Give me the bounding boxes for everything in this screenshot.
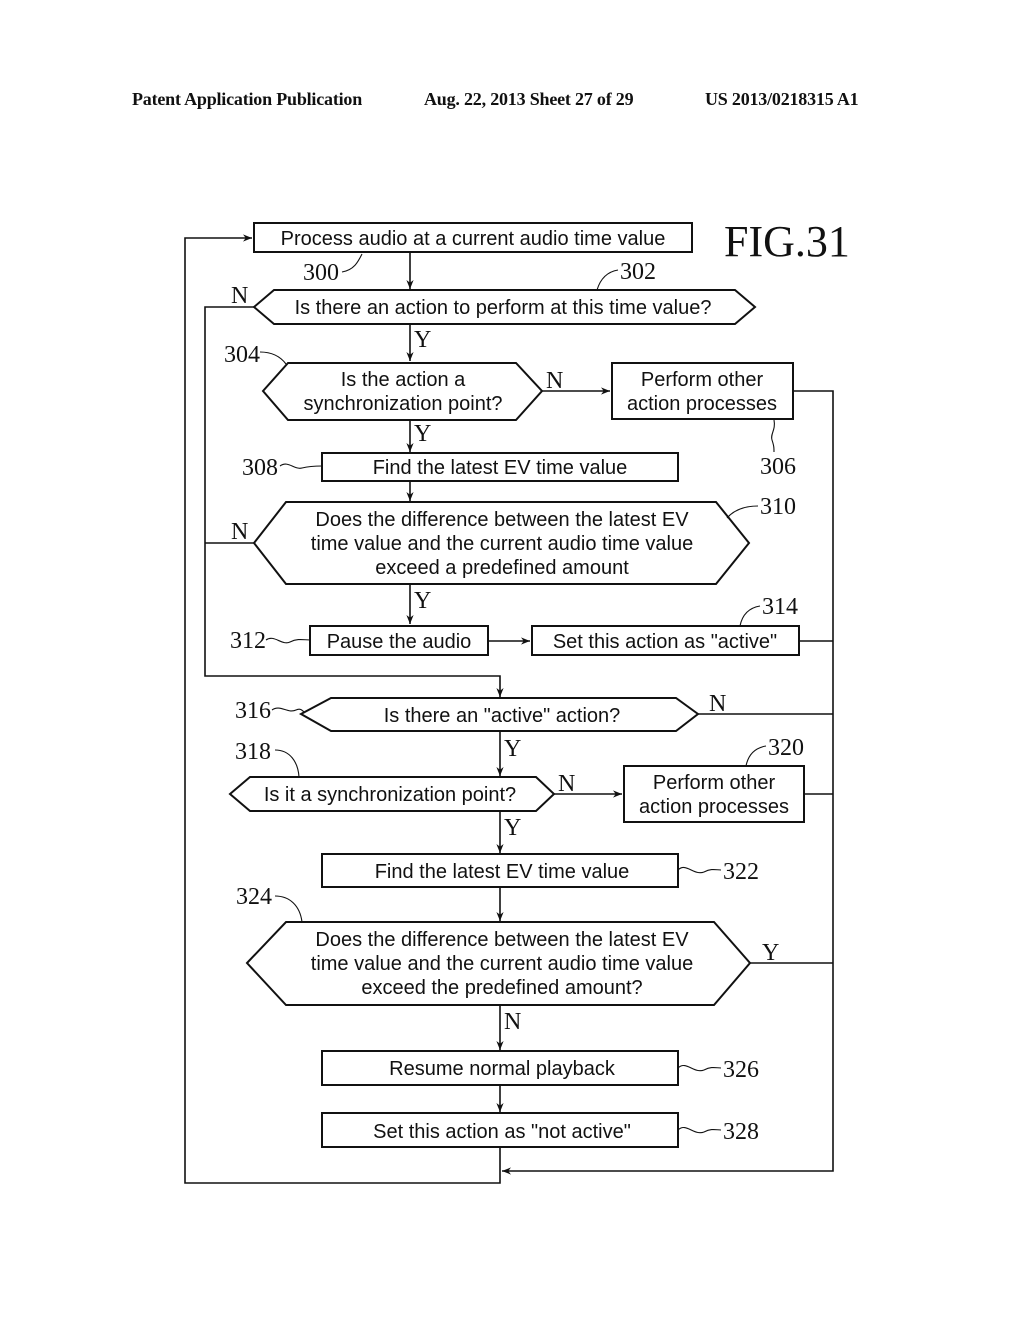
node-328-text: Set this action as "not active" [373, 1121, 631, 1143]
node-322-find-ev: Find the latest EV time value [321, 853, 679, 888]
label-302-yes: Y [414, 327, 431, 353]
node-320-other-actions: Perform other action processes [623, 765, 805, 823]
figure-label: FIG.31 [724, 217, 850, 266]
node-320-text-line1: Perform other [653, 772, 776, 794]
label-304-no: N [546, 368, 563, 394]
node-320-text-line2: action processes [639, 796, 789, 818]
node-306-other-actions: Perform other action processes [611, 362, 794, 420]
ref-322: 322 [723, 859, 759, 885]
label-304-yes: Y [414, 421, 431, 447]
node-300-process-audio: Process audio at a current audio time va… [253, 222, 693, 253]
node-310-text-line1: Does the difference between the latest E… [315, 509, 689, 531]
label-310-yes: Y [414, 588, 431, 614]
node-322-text: Find the latest EV time value [375, 861, 630, 883]
label-318-no: N [558, 771, 575, 797]
label-324-yes: Y [762, 940, 779, 966]
node-312-text: Pause the audio [327, 631, 472, 653]
node-326-text: Resume normal playback [389, 1058, 616, 1080]
node-310-decision-difference: Does the difference between the latest E… [252, 501, 751, 585]
ref-308: 308 [242, 455, 278, 481]
label-316-no: N [709, 691, 726, 717]
node-324-text-line3: exceed the predefined amount? [361, 977, 642, 999]
node-316-decision-active: Is there an "active" action? [298, 697, 700, 732]
node-318-decision-sync: Is it a synchronization point? [228, 776, 556, 812]
node-326-resume-playback: Resume normal playback [321, 1050, 679, 1086]
node-318-text: Is it a synchronization point? [264, 784, 516, 806]
node-312-pause-audio: Pause the audio [309, 625, 489, 656]
node-308-text: Find the latest EV time value [373, 457, 628, 479]
ref-318: 318 [235, 739, 271, 765]
node-324-decision-difference: Does the difference between the latest E… [245, 921, 752, 1006]
ref-316: 316 [235, 698, 271, 724]
node-328-set-not-active: Set this action as "not active" [321, 1112, 679, 1148]
ref-300: 300 [303, 260, 339, 286]
node-314-set-active: Set this action as "active" [531, 625, 800, 656]
node-324-text-line2: time value and the current audio time va… [311, 953, 693, 975]
ref-328: 328 [723, 1119, 759, 1145]
ref-310: 310 [760, 494, 796, 520]
label-324-no: N [504, 1009, 521, 1035]
ref-312: 312 [230, 628, 266, 654]
ref-304: 304 [224, 342, 260, 368]
node-314-text: Set this action as "active" [553, 631, 777, 653]
label-310-no: N [231, 519, 248, 545]
ref-302: 302 [620, 259, 656, 285]
label-302-no: N [231, 283, 248, 309]
ref-306: 306 [760, 454, 796, 480]
node-304-decision-sync: Is the action a synchronization point? [261, 362, 544, 421]
node-324-text-line1: Does the difference between the latest E… [315, 929, 689, 951]
node-302-decision-action: Is there an action to perform at this ti… [252, 289, 757, 325]
flowchart: FIG.31 N Y N Y N Y N Y N Y Y N Process a… [184, 217, 850, 1184]
node-306-text-line2: action processes [627, 393, 777, 415]
node-310-text-line3: exceed a predefined amount [375, 557, 629, 579]
node-308-find-ev: Find the latest EV time value [321, 452, 679, 482]
node-306-text-line1: Perform other [641, 369, 764, 391]
ref-320: 320 [768, 735, 804, 761]
node-310-text-line2: time value and the current audio time va… [311, 533, 693, 555]
node-316-text: Is there an "active" action? [384, 705, 621, 727]
ref-326: 326 [723, 1057, 759, 1083]
node-304-text-line2: synchronization point? [303, 393, 502, 415]
label-316-yes: Y [504, 736, 521, 762]
node-304-text-line1: Is the action a [341, 369, 466, 391]
node-300-text: Process audio at a current audio time va… [281, 228, 666, 250]
ref-324: 324 [236, 884, 272, 910]
label-318-yes: Y [504, 815, 521, 841]
node-302-text: Is there an action to perform at this ti… [295, 297, 712, 319]
ref-314: 314 [762, 594, 798, 620]
